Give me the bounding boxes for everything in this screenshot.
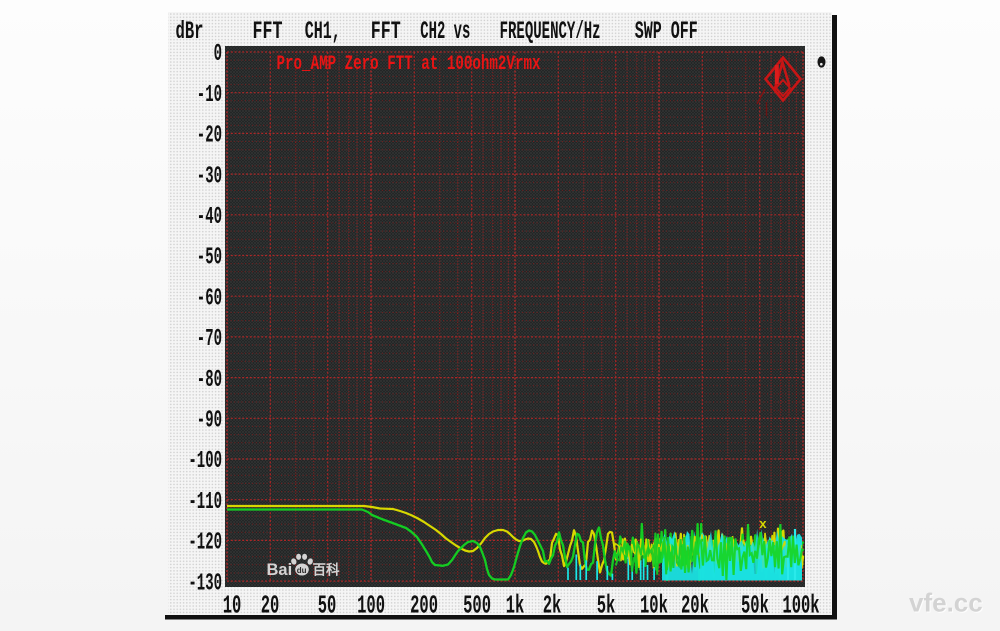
svg-text:-130: -130 (188, 570, 222, 597)
svg-text:-40: -40 (197, 204, 222, 231)
svg-text:100k: 100k (782, 591, 819, 621)
svg-text:-50: -50 (197, 245, 222, 272)
svg-text:20: 20 (261, 591, 280, 621)
svg-text:Bai: Bai (267, 561, 293, 579)
svg-text:20k: 20k (681, 591, 709, 621)
svg-text:FREQUENCY/Hz: FREQUENCY/Hz (500, 17, 601, 46)
svg-text:500: 500 (463, 591, 491, 621)
svg-text:FFT: FFT (371, 17, 401, 46)
svg-text:x: x (759, 517, 767, 532)
svg-text:-20: -20 (197, 123, 222, 150)
svg-text:SWP OFF: SWP OFF (635, 17, 698, 46)
svg-text:-80: -80 (197, 367, 222, 394)
svg-text:2k: 2k (543, 591, 562, 621)
svg-text:-70: -70 (197, 326, 222, 353)
svg-text:-90: -90 (197, 408, 222, 435)
svg-text:百科: 百科 (313, 562, 340, 578)
svg-text:100: 100 (357, 591, 385, 621)
svg-text:50k: 50k (741, 591, 769, 621)
svg-text:0: 0 (214, 41, 222, 68)
svg-text:-120: -120 (188, 530, 222, 557)
svg-text:vfe.cc: vfe.cc (909, 588, 983, 618)
svg-text:-110: -110 (188, 489, 222, 516)
svg-text:CH1,: CH1, (305, 17, 341, 46)
svg-text:-30: -30 (197, 163, 222, 190)
svg-text:CH2 vs: CH2 vs (420, 17, 470, 46)
svg-text:10: 10 (223, 591, 242, 621)
svg-text:-100: -100 (188, 448, 222, 475)
svg-text:-10: -10 (197, 82, 222, 109)
svg-text:50: 50 (318, 591, 337, 621)
svg-text:1k: 1k (506, 591, 525, 621)
svg-text:5k: 5k (597, 591, 616, 621)
svg-text:10k: 10k (640, 591, 668, 621)
svg-text:dBr: dBr (176, 17, 204, 46)
svg-text:-60: -60 (197, 285, 222, 312)
svg-text:FFT: FFT (253, 17, 283, 46)
svg-text:Pro_AMP Zero FTT at 100ohm2Vrm: Pro_AMP Zero FTT at 100ohm2Vrmx (277, 53, 541, 76)
svg-text:200: 200 (410, 591, 438, 621)
svg-text:du: du (297, 566, 307, 575)
